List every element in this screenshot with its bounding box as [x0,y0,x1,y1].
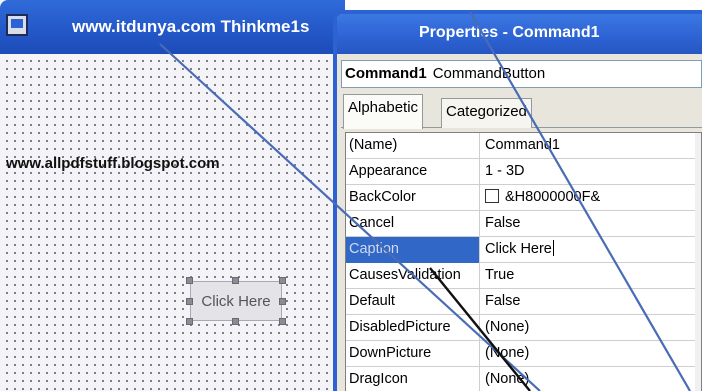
form-window-title: www.itdunya.com Thinkme1s [72,17,310,36]
command1-button[interactable]: Click Here [190,281,282,321]
properties-window: Properties - Command1 Command1 CommandBut… [333,10,702,391]
tab-categorized[interactable]: Categorized [441,98,532,128]
property-name: CausesValidation [346,263,480,289]
grid-scrollbar[interactable] [695,133,701,391]
property-row-dragicon[interactable]: DragIcon (None) [346,367,701,391]
property-name: BackColor [346,185,480,211]
properties-tab-strip: Alphabetic Categorized [341,94,702,129]
form-window-icon[interactable] [6,14,28,36]
property-row-downpicture[interactable]: DownPicture (None) [346,341,701,367]
property-name: Caption [346,237,480,263]
object-selector-combo[interactable]: Command1 CommandButton [341,60,702,88]
property-value-backcolor[interactable]: &H8000000F& [481,185,600,211]
property-value[interactable]: Command1 [481,133,560,159]
property-value[interactable]: (None) [481,367,529,391]
color-swatch [485,189,499,203]
property-grid: (Name) Command1 Appearance 1 - 3D BackCo… [345,132,702,391]
resize-handle-bottom-left[interactable] [186,318,193,325]
property-value[interactable]: False [481,211,520,237]
properties-window-title: Properties - Command1 [419,24,600,41]
object-name: Command1 [345,65,427,82]
tab-alphabetic[interactable]: Alphabetic [343,94,424,129]
property-row-backcolor[interactable]: BackColor &H8000000F& [346,185,701,211]
property-name: Default [346,289,480,315]
property-row-appearance[interactable]: Appearance 1 - 3D [346,159,701,185]
resize-handle-bottom-center[interactable] [232,318,239,325]
command1-caption: Click Here [201,292,271,310]
property-name: DragIcon [346,367,480,391]
property-name: DisabledPicture [346,315,480,341]
watermark-text: www.allpdfstuff.blogspot.com [6,155,220,172]
form-titlebar[interactable]: www.itdunya.com Thinkme1s [0,0,345,54]
property-row-disabledpicture[interactable]: DisabledPicture (None) [346,315,701,341]
property-value-caption-editor[interactable]: Click Here [481,237,554,263]
caption-value-text: Click Here [485,241,552,257]
tab-alphabetic-label: Alphabetic [348,99,419,116]
resize-handle-middle-left[interactable] [186,298,193,305]
property-row-caption[interactable]: Caption Click Here [346,237,701,263]
object-type: CommandButton [432,65,546,82]
property-value[interactable]: (None) [481,315,529,341]
property-name: (Name) [346,133,480,159]
resize-handle-middle-right[interactable] [279,298,286,305]
form-design-canvas[interactable]: Click Here [0,54,345,391]
property-row-cancel[interactable]: Cancel False [346,211,701,237]
property-name: Appearance [346,159,480,185]
resize-handle-top-left[interactable] [186,277,193,284]
property-name: DownPicture [346,341,480,367]
resize-handle-bottom-right[interactable] [279,318,286,325]
property-value[interactable]: False [481,289,520,315]
property-value[interactable]: (None) [481,341,529,367]
property-value[interactable]: True [481,263,514,289]
property-row-name[interactable]: (Name) Command1 [346,133,701,159]
property-value[interactable]: 1 - 3D [481,159,525,185]
resize-handle-top-right[interactable] [279,277,286,284]
properties-titlebar[interactable]: Properties - Command1 [337,14,702,54]
resize-handle-top-center[interactable] [232,277,239,284]
text-caret [552,240,554,256]
form-designer-window: www.itdunya.com Thinkme1s Click Here www… [0,0,345,391]
property-row-default[interactable]: Default False [346,289,701,315]
backcolor-value-text: &H8000000F& [505,189,601,205]
tab-categorized-label: Categorized [446,103,527,120]
property-row-causesvalidation[interactable]: CausesValidation True [346,263,701,289]
property-name: Cancel [346,211,480,237]
